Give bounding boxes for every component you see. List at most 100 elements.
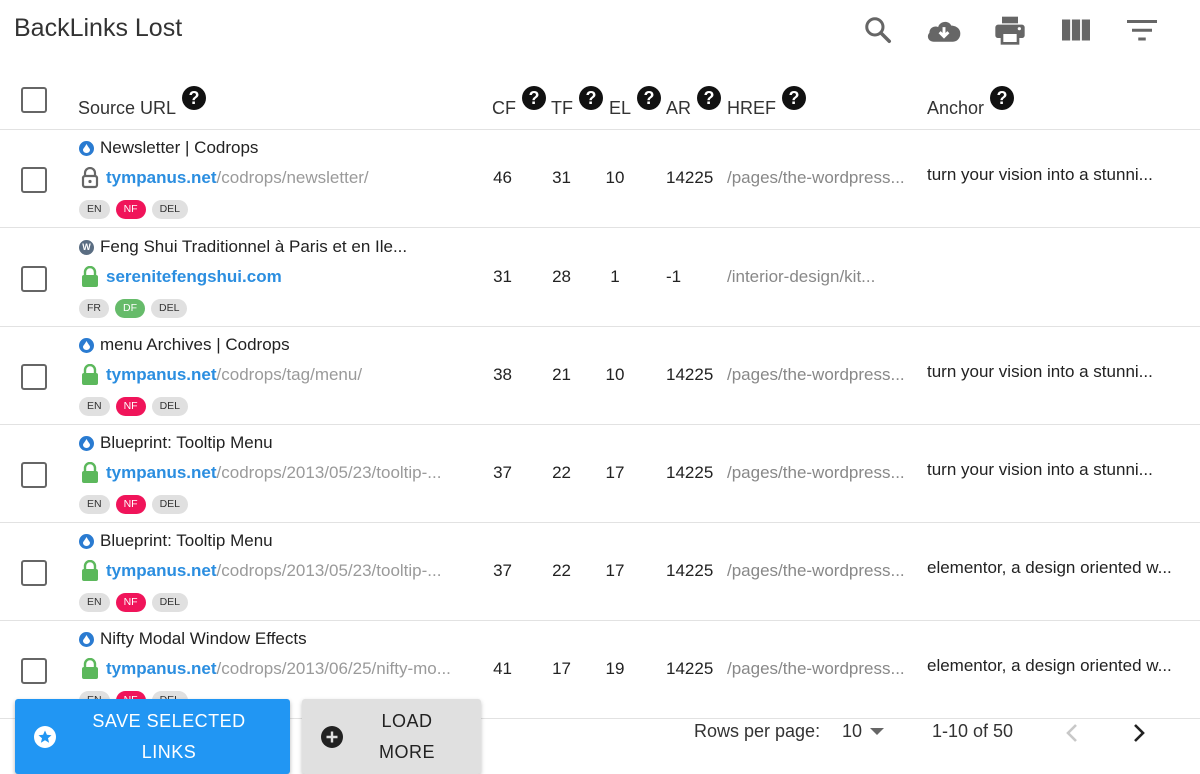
anchor-text: turn your vision into a stunni... <box>927 362 1153 381</box>
star-circle-icon <box>34 726 56 748</box>
tf-value: 17 <box>552 659 571 678</box>
help-icon[interactable]: ? <box>990 85 1015 110</box>
wordpress-favicon-icon: W <box>79 239 94 255</box>
cf-value: 46 <box>493 168 512 187</box>
page-title-text: Blueprint: Tooltip Menu <box>100 433 273 452</box>
help-icon[interactable]: ? <box>579 85 603 110</box>
page-title-text: Nifty Modal Window Effects <box>100 629 307 648</box>
column-source-url[interactable]: Source URL? <box>78 82 207 119</box>
row-checkbox[interactable] <box>21 167 47 193</box>
next-page-button[interactable] <box>1125 719 1153 747</box>
source-domain-link[interactable]: tympanus.net <box>106 463 217 483</box>
rows-per-page-select[interactable]: 10 <box>842 721 885 742</box>
column-href[interactable]: HREF? <box>727 82 806 119</box>
codrops-favicon-icon <box>79 533 94 549</box>
column-ar[interactable]: AR? <box>666 82 722 119</box>
codrops-favicon-icon <box>79 337 94 353</box>
cf-value: 31 <box>493 267 512 286</box>
page-title-text: Blueprint: Tooltip Menu <box>100 531 273 550</box>
el-value: 17 <box>605 463 625 482</box>
cf-value: 38 <box>493 365 512 384</box>
source-domain-link[interactable]: tympanus.net <box>106 561 217 581</box>
previous-page-button[interactable] <box>1058 719 1086 747</box>
row-checkbox[interactable] <box>21 462 47 488</box>
source-url[interactable]: tympanus.net/codrops/2013/06/25/nifty-mo… <box>80 658 480 680</box>
select-all-checkbox[interactable] <box>21 87 47 113</box>
el-value: 1 <box>610 267 620 286</box>
table-row[interactable]: Blueprint: Tooltip Menu tympanus.net/codr… <box>0 522 1200 621</box>
print-icon[interactable] <box>992 12 1028 48</box>
table-row[interactable]: Newsletter | Codrops tympanus.net/codrops… <box>0 129 1200 228</box>
filter-list-icon[interactable] <box>1124 12 1160 48</box>
anchor-text: elementor, a design oriented w... <box>927 558 1172 577</box>
badge-df: DF <box>115 299 145 318</box>
source-domain-link[interactable]: serenitefengshui.com <box>106 267 282 287</box>
href-value[interactable]: /interior-design/kit... <box>727 267 922 287</box>
save-button-label-line1: SAVE SELECTED <box>92 711 246 731</box>
href-value[interactable]: /pages/the-wordpress... <box>727 659 922 679</box>
dropdown-arrow-icon <box>870 727 885 735</box>
cf-value: 41 <box>493 659 512 678</box>
row-title[interactable]: Blueprint: Tooltip Menu <box>79 433 273 453</box>
column-anchor[interactable]: Anchor? <box>927 82 1015 119</box>
href-value[interactable]: /pages/the-wordpress... <box>727 365 922 385</box>
load-button-label-line2: MORE <box>379 742 435 762</box>
table-row[interactable]: W Feng Shui Traditionnel à Paris et en Il… <box>0 228 1200 327</box>
row-checkbox[interactable] <box>21 266 47 292</box>
el-value: 10 <box>605 168 625 187</box>
href-value[interactable]: /pages/the-wordpress... <box>727 463 922 483</box>
add-circle-icon <box>321 726 343 748</box>
source-path: /codrops/2013/05/23/tooltip-... <box>216 561 442 580</box>
column-cf[interactable]: CF? <box>492 82 546 119</box>
el-value: 17 <box>605 561 625 580</box>
source-domain-link[interactable]: tympanus.net <box>106 168 217 188</box>
el-value: 19 <box>605 659 625 678</box>
row-title[interactable]: Newsletter | Codrops <box>79 138 258 158</box>
source-url[interactable]: serenitefengshui.com <box>80 266 480 288</box>
source-url[interactable]: tympanus.net/codrops/2013/05/23/tooltip-… <box>80 560 480 582</box>
badge-fr: FR <box>79 299 109 318</box>
row-checkbox[interactable] <box>21 658 47 684</box>
help-icon[interactable]: ? <box>522 85 546 110</box>
column-tf[interactable]: TF? <box>551 82 603 119</box>
chevron-left-icon <box>1066 724 1077 742</box>
column-label: CF <box>492 98 516 118</box>
row-title[interactable]: W Feng Shui Traditionnel à Paris et en Il… <box>79 237 407 257</box>
help-icon[interactable]: ? <box>182 85 207 110</box>
load-more-button[interactable]: LOAD MORE <box>302 699 481 774</box>
cloud-download-icon[interactable] <box>924 12 964 48</box>
help-icon[interactable]: ? <box>637 85 662 110</box>
row-checkbox[interactable] <box>21 364 47 390</box>
lock-icon <box>82 658 98 679</box>
column-label: AR <box>666 98 692 118</box>
cf-value: 37 <box>493 561 512 580</box>
rows-per-page-value: 10 <box>842 721 863 741</box>
href-value[interactable]: /pages/the-wordpress... <box>727 168 922 188</box>
source-url[interactable]: tympanus.net/codrops/tag/menu/ <box>80 364 480 386</box>
view-columns-icon[interactable] <box>1058 12 1094 48</box>
column-label: Anchor <box>927 98 985 118</box>
source-domain-link[interactable]: tympanus.net <box>106 659 217 679</box>
lock-icon <box>82 266 98 287</box>
row-title[interactable]: Blueprint: Tooltip Menu <box>79 531 273 551</box>
href-value[interactable]: /pages/the-wordpress... <box>727 561 922 581</box>
column-label: TF <box>551 98 573 118</box>
codrops-favicon-icon <box>79 140 94 156</box>
source-url[interactable]: tympanus.net/codrops/newsletter/ <box>80 167 480 189</box>
source-url[interactable]: tympanus.net/codrops/2013/05/23/tooltip-… <box>80 462 480 484</box>
column-el[interactable]: EL? <box>609 82 662 119</box>
table-row[interactable]: Blueprint: Tooltip Menu tympanus.net/codr… <box>0 424 1200 523</box>
table-row[interactable]: menu Archives | Codrops tympanus.net/codr… <box>0 326 1200 425</box>
badge-en: EN <box>79 200 110 219</box>
badge-en: EN <box>79 593 110 612</box>
row-title[interactable]: Nifty Modal Window Effects <box>79 629 307 649</box>
page-title-text: Newsletter | Codrops <box>100 138 259 157</box>
search-icon[interactable] <box>860 12 896 48</box>
row-checkbox[interactable] <box>21 560 47 586</box>
row-title[interactable]: menu Archives | Codrops <box>79 335 290 355</box>
save-selected-links-button[interactable]: SAVE SELECTED LINKS <box>15 699 290 774</box>
help-icon[interactable]: ? <box>697 85 722 110</box>
source-domain-link[interactable]: tympanus.net <box>106 365 217 385</box>
chevron-right-icon <box>1134 724 1145 742</box>
help-icon[interactable]: ? <box>782 85 806 110</box>
